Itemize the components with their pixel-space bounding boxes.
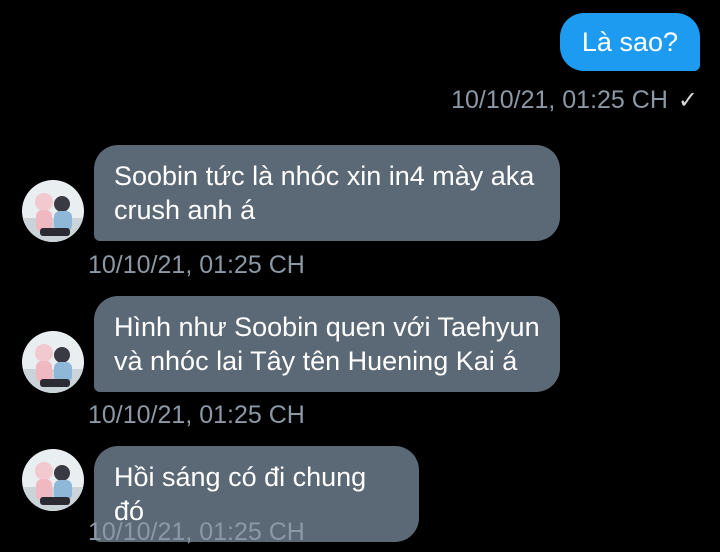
message-text: Là sao?: [581, 27, 678, 57]
message-timestamp: 10/10/21, 01:25 CH ✓: [451, 86, 698, 115]
message-text-line: Soobin tức là nhóc xin in4 mày aka: [114, 161, 535, 191]
sent-message-bubble[interactable]: Là sao?: [559, 13, 700, 71]
message-timestamp: 10/10/21, 01:25 CH: [88, 518, 305, 546]
timestamp-text: 10/10/21, 01:25 CH: [451, 86, 668, 114]
message-text-line: và nhóc lai Tây tên Huening Kai á: [114, 346, 518, 376]
checkmark-icon: ✓: [677, 87, 698, 114]
received-message-bubble[interactable]: Soobin tức là nhóc xin in4 mày aka crush…: [94, 145, 560, 241]
message-text-line: crush anh á: [114, 195, 256, 225]
avatar[interactable]: [22, 331, 84, 393]
message-timestamp: 10/10/21, 01:25 CH: [88, 251, 305, 279]
avatar[interactable]: [22, 449, 84, 511]
avatar[interactable]: [22, 180, 84, 242]
received-message-bubble[interactable]: Hình như Soobin quen với Taehyun và nhóc…: [94, 296, 560, 392]
message-text-line: Hình như Soobin quen với Taehyun: [114, 312, 540, 342]
message-timestamp: 10/10/21, 01:25 CH: [88, 401, 305, 429]
